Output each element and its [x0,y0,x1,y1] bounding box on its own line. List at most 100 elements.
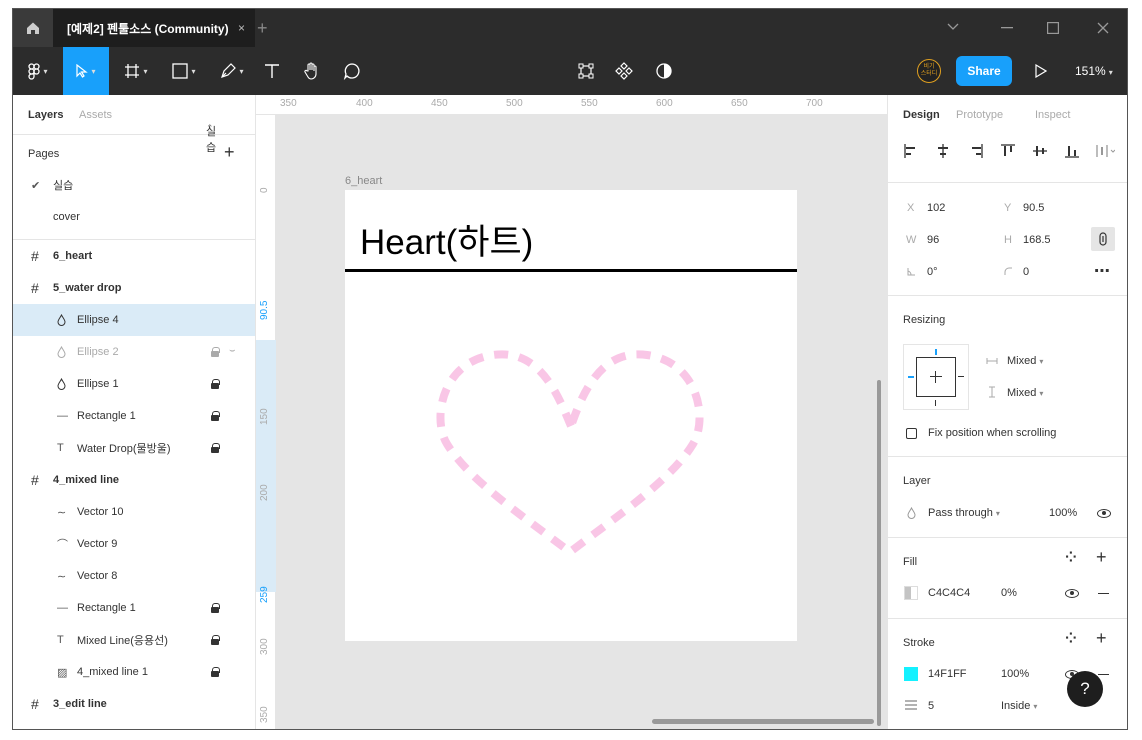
width-input[interactable]: 96 [927,234,939,246]
zoom-menu[interactable]: 151% ▾ [1075,64,1113,78]
tab-assets[interactable]: Assets [79,109,112,121]
lock-icon[interactable] [211,603,220,613]
tab-inspect[interactable]: Inspect [1035,109,1070,121]
height-input[interactable]: 168.5 [1023,234,1051,246]
layer-row[interactable]: — Rectangle 1 [13,400,255,432]
constraint-top[interactable] [935,349,937,355]
layer-row[interactable]: ⌒ Vector 9 [13,528,255,560]
lock-icon[interactable] [211,667,220,677]
blend-mode-dropdown[interactable]: Pass through ▾ [928,507,1000,519]
lock-icon[interactable] [211,347,220,357]
chevron-down-icon[interactable] [947,23,959,31]
corner-radius-input[interactable]: 0 [1023,266,1029,278]
canvas[interactable]: 350 400 450 500 550 600 650 700 0 90.5 150 200 259 3… [256,95,887,729]
main-menu-button[interactable]: ▾ [13,47,63,95]
stroke-weight-input[interactable]: 5 [928,700,934,712]
constraints-widget[interactable] [903,344,969,410]
layer-row[interactable]: Ellipse 1 [13,368,255,400]
layer-row[interactable]: #4_mixed line [13,464,255,496]
lock-icon[interactable] [211,443,220,453]
fill-styles-grid-icon[interactable]: ⁘ [1065,549,1077,566]
layer-row[interactable]: Ellipse 2 ⌣ [13,336,255,368]
horizontal-scrollbar[interactable] [652,719,874,724]
mask-button[interactable] [651,47,677,95]
heart-path[interactable] [436,350,704,558]
vertical-resizing-value: Mixed [1007,387,1037,399]
new-tab-button[interactable]: + [257,18,268,39]
layer-row[interactable]: ∼ Vector 8 [13,560,255,592]
component-button[interactable] [611,47,637,95]
page-item[interactable]: cover [13,201,255,233]
home-button[interactable] [13,9,53,47]
vertical-scrollbar[interactable] [877,380,881,726]
hidden-eye-icon[interactable]: ⌣ [229,345,236,356]
align-toolbar[interactable] [903,143,1115,159]
rotation-input[interactable]: 0° [927,266,938,278]
comment-tool-button[interactable] [339,47,365,95]
fill-hex-input[interactable]: C4C4C4 [928,587,970,599]
stroke-opacity-input[interactable]: 100% [1001,668,1029,680]
hand-tool-button[interactable] [299,47,325,95]
add-stroke-button[interactable]: + [1096,628,1107,649]
layer-row[interactable]: — Rectangle 1 [13,592,255,624]
constrain-proportions-button[interactable] [1091,227,1115,251]
layer-row[interactable]: T Water Drop(물방울) [13,432,255,464]
help-button[interactable]: ? [1067,671,1103,707]
pen-tool-button[interactable]: ▾ [213,47,251,95]
frame-label[interactable]: 6_heart [345,175,382,187]
layer-row[interactable]: ▨ 4_mixed line 1 [13,656,255,688]
transform-button[interactable] [573,47,599,95]
layer-opacity-input[interactable]: 100% [1049,507,1077,519]
minimize-icon[interactable] [1001,27,1013,29]
fill-visibility-eye-icon[interactable] [1065,588,1079,598]
fix-position-checkbox[interactable] [906,428,917,439]
remove-fill-icon[interactable] [1098,593,1109,595]
present-button[interactable] [1029,47,1053,95]
shape-tool-button[interactable]: ▾ [165,47,203,95]
file-tab[interactable]: [예제2] 펜툴소스 (Community) × [53,9,255,47]
user-avatar[interactable]: 비기 스터디 [917,59,941,83]
more-options-icon[interactable]: ⋯ [1094,261,1111,281]
layer-row[interactable]: #3_edit line [13,688,255,720]
lock-icon[interactable] [211,379,220,389]
fill-opacity-input[interactable]: 0% [1001,587,1017,599]
chevron-down-icon: ▾ [1039,357,1044,366]
share-button[interactable]: Share [956,56,1012,86]
fill-color-swatch[interactable] [904,586,918,600]
layer-row[interactable]: ∼ Vector 10 [13,496,255,528]
maximize-icon[interactable] [1047,22,1059,34]
tab-prototype[interactable]: Prototype [956,109,1003,121]
layer-row[interactable]: #6_heart [13,240,255,272]
add-fill-button[interactable]: + [1096,547,1107,568]
add-page-button[interactable]: + [224,142,235,163]
stroke-align-dropdown[interactable]: Inside ▾ [1001,700,1037,712]
frame-tool-button[interactable]: ▾ [117,47,155,95]
stroke-color-swatch[interactable] [904,667,918,681]
close-window-icon[interactable] [1097,22,1109,34]
x-input[interactable]: 102 [927,202,945,214]
constraint-left[interactable] [908,376,914,378]
horizontal-resizing-dropdown[interactable]: Mixed ▾ [1007,355,1043,367]
move-tool-button[interactable]: ▾ [63,47,109,95]
layer-row[interactable]: Ellipse 4 [13,304,255,336]
page-item[interactable]: ✔ 실습 [13,169,255,201]
lock-icon[interactable] [211,635,220,645]
stroke-hex-input[interactable]: 14F1FF [928,668,967,680]
chevron-down-icon: ▾ [1108,68,1113,77]
text-tool-button[interactable] [259,47,285,95]
layer-row[interactable]: #5_water drop [13,272,255,304]
stroke-styles-grid-icon[interactable]: ⁘ [1065,630,1077,647]
close-tab-icon[interactable]: × [238,21,245,35]
remove-stroke-icon[interactable] [1098,674,1109,676]
tab-layers[interactable]: Layers [28,109,63,121]
layer-row[interactable]: T Mixed Line(응용선) [13,624,255,656]
layer-visibility-eye-icon[interactable] [1097,508,1111,518]
lock-icon[interactable] [211,411,220,421]
heart-shape[interactable] [345,190,797,641]
frame-6-heart[interactable]: Heart(하트) [345,190,797,641]
vertical-resizing-dropdown[interactable]: Mixed ▾ [1007,387,1043,399]
constraint-right[interactable] [958,376,964,377]
y-input[interactable]: 90.5 [1023,202,1044,214]
tab-design[interactable]: Design [903,109,940,121]
constraint-bottom[interactable] [935,400,936,406]
